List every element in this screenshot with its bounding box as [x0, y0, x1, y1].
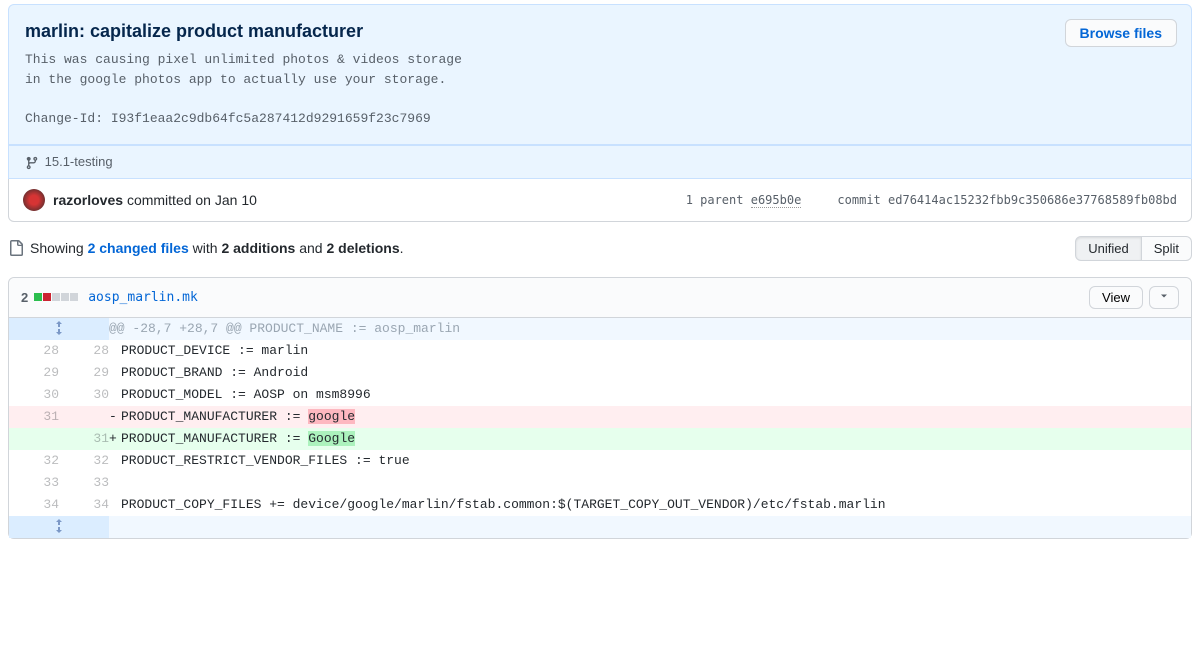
diff-line: 31 -PRODUCT_MANUFACTURER := google — [9, 406, 1191, 428]
new-line-number[interactable]: 32 — [59, 450, 109, 472]
commit-date: committed on Jan 10 — [127, 192, 257, 208]
file-change-count: 2 — [21, 290, 28, 305]
old-line-number[interactable]: 28 — [9, 340, 59, 362]
old-line-number[interactable]: 30 — [9, 384, 59, 406]
commit-sha-info: 1 parent e695b0e commit ed76414ac15232fb… — [686, 193, 1177, 207]
commit-sha: ed76414ac15232fbb9c350686e37768589fb08bd — [888, 193, 1177, 207]
commit-header: marlin: capitalize product manufacturer … — [8, 4, 1192, 145]
new-line-number[interactable]: 28 — [59, 340, 109, 362]
parent-sha-link[interactable]: e695b0e — [751, 193, 802, 208]
code-cell: PRODUCT_MODEL := AOSP on msm8996 — [109, 384, 1191, 406]
old-line-number[interactable]: 31 — [9, 406, 59, 428]
code-cell: +PRODUCT_MANUFACTURER := Google — [109, 428, 1191, 450]
author-link[interactable]: razorloves — [53, 192, 123, 208]
old-line-number[interactable]: 32 — [9, 450, 59, 472]
additions-count: 2 additions — [221, 240, 295, 256]
unfold-icon — [51, 518, 67, 534]
view-file-button[interactable]: View — [1089, 286, 1143, 309]
code-cell: PRODUCT_DEVICE := marlin — [109, 340, 1191, 362]
file-menu-button[interactable] — [1149, 286, 1179, 309]
diff-line: 3434 PRODUCT_COPY_FILES += device/google… — [9, 494, 1191, 516]
old-line-number[interactable]: 34 — [9, 494, 59, 516]
old-line-number[interactable]: 29 — [9, 362, 59, 384]
branch-icon — [25, 156, 39, 170]
old-line-number[interactable] — [9, 428, 59, 450]
code-cell: -PRODUCT_MANUFACTURER := google — [109, 406, 1191, 428]
chevron-down-icon — [1158, 290, 1170, 302]
diff-line: 31+PRODUCT_MANUFACTURER := Google — [9, 428, 1191, 450]
diff-line: 2828 PRODUCT_DEVICE := marlin — [9, 340, 1191, 362]
expand-button[interactable] — [9, 318, 109, 340]
diff-line: 2929 PRODUCT_BRAND := Android — [9, 362, 1191, 384]
changed-files-link[interactable]: 2 changed files — [88, 240, 189, 256]
diff-toolbar: Showing 2 changed files with 2 additions… — [0, 222, 1200, 271]
code-cell: PRODUCT_BRAND := Android — [109, 362, 1191, 384]
code-cell — [109, 472, 1191, 494]
commit-meta: razorloves committed on Jan 10 1 parent … — [8, 179, 1192, 222]
hunk-expand-row — [9, 516, 1191, 538]
commit-title: marlin: capitalize product manufacturer — [25, 21, 1175, 42]
avatar[interactable] — [23, 189, 45, 211]
branch-name[interactable]: 15.1-testing — [45, 154, 113, 169]
browse-files-button[interactable]: Browse files — [1065, 19, 1177, 47]
expand-button[interactable] — [9, 516, 109, 538]
new-line-number[interactable]: 34 — [59, 494, 109, 516]
file-diff: 2 aosp_marlin.mk View @@ -28,7 +28,7 @@ … — [8, 277, 1192, 539]
file-header: 2 aosp_marlin.mk View — [9, 278, 1191, 318]
new-line-number[interactable]: 29 — [59, 362, 109, 384]
diff-icon — [8, 240, 24, 256]
hunk-header: @@ -28,7 +28,7 @@ PRODUCT_NAME := aosp_m… — [109, 318, 1191, 340]
diff-table: @@ -28,7 +28,7 @@ PRODUCT_NAME := aosp_m… — [9, 318, 1191, 538]
unfold-icon — [51, 320, 67, 336]
split-button[interactable]: Split — [1142, 236, 1192, 261]
branch-row: 15.1-testing — [8, 145, 1192, 179]
code-cell: PRODUCT_COPY_FILES += device/google/marl… — [109, 494, 1191, 516]
diffstat-icon — [34, 293, 78, 301]
unified-button[interactable]: Unified — [1075, 236, 1141, 261]
diff-line: 3030 PRODUCT_MODEL := AOSP on msm8996 — [9, 384, 1191, 406]
new-line-number[interactable]: 31 — [59, 428, 109, 450]
diff-view-toggle: Unified Split — [1075, 236, 1192, 261]
hunk-header-row: @@ -28,7 +28,7 @@ PRODUCT_NAME := aosp_m… — [9, 318, 1191, 340]
diff-line: 3232 PRODUCT_RESTRICT_VENDOR_FILES := tr… — [9, 450, 1191, 472]
file-name-link[interactable]: aosp_marlin.mk — [88, 290, 198, 305]
new-line-number[interactable]: 33 — [59, 472, 109, 494]
new-line-number[interactable]: 30 — [59, 384, 109, 406]
diff-line: 3333 — [9, 472, 1191, 494]
deletions-count: 2 deletions — [326, 240, 399, 256]
new-line-number[interactable] — [59, 406, 109, 428]
code-cell: PRODUCT_RESTRICT_VENDOR_FILES := true — [109, 450, 1191, 472]
old-line-number[interactable]: 33 — [9, 472, 59, 494]
commit-description: This was causing pixel unlimited photos … — [25, 50, 1175, 128]
